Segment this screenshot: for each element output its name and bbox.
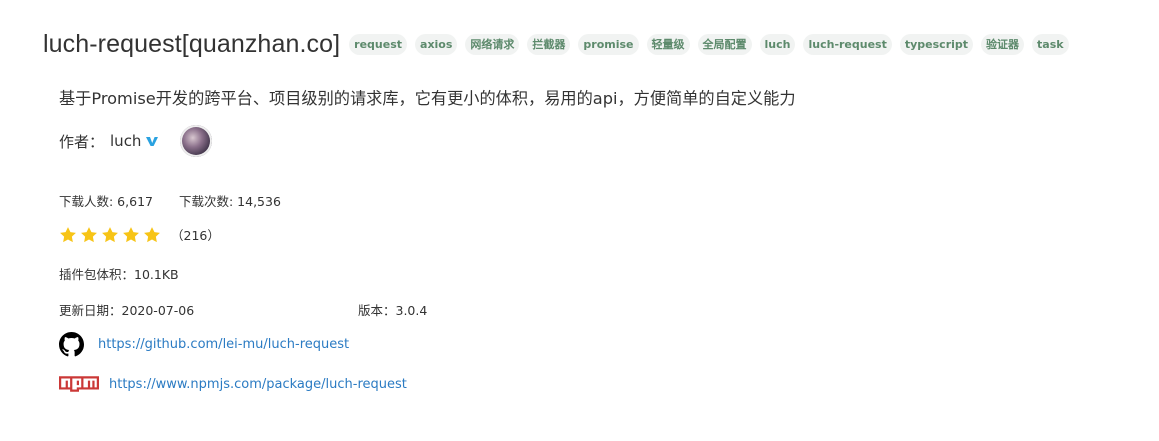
npm-icon (59, 376, 99, 392)
package-size: 插件包体积：10.1KB (59, 267, 179, 282)
author-row: 作者： luch (59, 125, 213, 157)
page-title: luch-request[quanzhan.co] (43, 30, 341, 58)
github-link-row: https://github.com/lei-mu/luch-request (59, 332, 349, 357)
avatar[interactable] (180, 125, 213, 157)
star-icon (123, 226, 139, 242)
tag[interactable]: 全局配置 (697, 34, 752, 55)
meta-row: 更新日期：2020-07-06 版本：3.0.4 (59, 300, 659, 319)
github-icon (59, 332, 84, 357)
tag[interactable]: 拦截器 (527, 34, 571, 55)
star-icon (60, 226, 76, 242)
rating: （216） (59, 225, 220, 244)
tag[interactable]: 验证器 (981, 34, 1025, 55)
star-icon (144, 226, 160, 242)
rating-count: （216） (171, 228, 220, 243)
plugin-description: 基于Promise开发的跨平台、项目级别的请求库，它有更小的体积，易用的api，… (59, 89, 796, 108)
github-link[interactable]: https://github.com/lei-mu/luch-request (98, 337, 349, 352)
tag[interactable]: luch (759, 34, 796, 55)
tag[interactable]: axios (415, 34, 458, 55)
download-stats: 下载人数: 6,617 下载次数: 14,536 (59, 191, 307, 210)
header: luch-request[quanzhan.co] request axios … (43, 30, 1077, 59)
download-count: 下载次数: 14,536 (178, 194, 281, 209)
npm-link[interactable]: https://www.npmjs.com/package/luch-reque… (109, 377, 407, 392)
tag[interactable]: 轻量级 (646, 34, 690, 55)
update-date: 更新日期：2020-07-06 (59, 303, 195, 318)
star-icon (102, 226, 118, 242)
verified-icon (146, 137, 159, 146)
tag[interactable]: luch-request (803, 34, 892, 55)
tag-list: request axios 网络请求 拦截器 promise 轻量级 全局配置 … (349, 34, 1076, 55)
author-name[interactable]: luch (110, 132, 141, 150)
tag[interactable]: request (349, 34, 408, 55)
version: 版本：3.0.4 (358, 303, 428, 318)
download-users: 下载人数: 6,617 (59, 194, 153, 209)
tag[interactable]: task (1032, 34, 1069, 55)
tag[interactable]: promise (578, 34, 639, 55)
star-icon (81, 226, 97, 242)
tag[interactable]: typescript (899, 34, 974, 55)
npm-link-row: https://www.npmjs.com/package/luch-reque… (59, 376, 407, 392)
tag[interactable]: 网络请求 (465, 34, 520, 55)
author-label: 作者： (59, 132, 105, 151)
